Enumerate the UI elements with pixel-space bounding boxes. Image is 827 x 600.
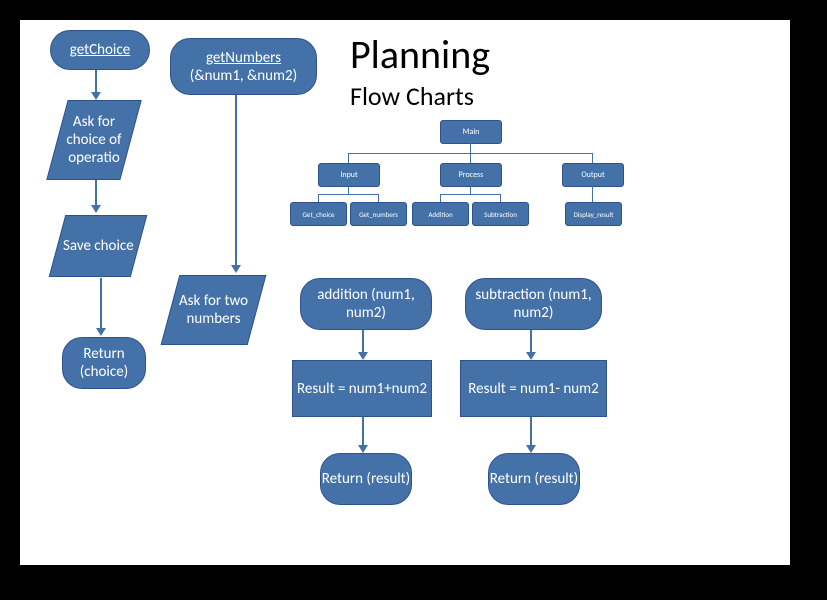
org-l2-1: Get_numbers: [350, 202, 407, 226]
getchoice-end: Return (choice): [62, 337, 146, 389]
getnumbers-start: getNumbers (&num1, &num2): [170, 38, 317, 95]
arrow-head-icon: [91, 92, 101, 100]
getchoice-start: getChoice: [50, 30, 150, 70]
getnumbers-label1: getNumbers: [206, 49, 281, 67]
subtraction-start: subtraction (num1, num2): [465, 278, 602, 330]
arrow-head-icon: [91, 205, 101, 213]
org-l2-2: Addition: [412, 202, 469, 226]
arrow: [362, 417, 364, 445]
subtraction-end: Return (result): [488, 453, 580, 505]
arrow: [530, 330, 532, 352]
arrow-head-icon: [526, 352, 536, 360]
arrow: [235, 95, 237, 265]
arrow: [100, 278, 102, 328]
slide-subtitle: Flow Charts: [350, 80, 474, 112]
org-l2-4: Display_result: [565, 202, 622, 226]
addition-end: Return (result): [320, 453, 412, 505]
org-l1-1: Process: [440, 163, 502, 187]
addition-step1: Result = num1+num2: [292, 360, 432, 417]
getchoice-step2: Save choice: [49, 215, 148, 277]
slide-canvas: Planning Flow Charts getChoice Ask for c…: [20, 20, 790, 565]
arrow: [95, 70, 97, 92]
addition-start: addition (num1, num2): [300, 278, 432, 330]
arrow: [95, 180, 97, 205]
org-l1-0: Input: [318, 163, 380, 187]
getnumbers-step1: Ask for two numbers: [161, 275, 267, 345]
slide-title: Planning: [350, 30, 490, 79]
org-l2-3: Subtraction: [472, 202, 529, 226]
org-root: Main: [440, 120, 502, 144]
arrow-head-icon: [358, 445, 368, 453]
arrow: [362, 330, 364, 352]
subtraction-step1: Result = num1- num2: [460, 360, 607, 417]
getchoice-step1: Ask for choice of operatio: [46, 100, 141, 180]
org-l2-0: Get_choice: [290, 202, 347, 226]
arrow: [530, 417, 532, 445]
getnumbers-label2: (&num1, &num2): [190, 67, 297, 85]
arrow-head-icon: [526, 445, 536, 453]
arrow-head-icon: [358, 352, 368, 360]
arrow-head-icon: [231, 265, 241, 273]
arrow-head-icon: [96, 328, 106, 336]
org-l1-2: Output: [562, 163, 624, 187]
